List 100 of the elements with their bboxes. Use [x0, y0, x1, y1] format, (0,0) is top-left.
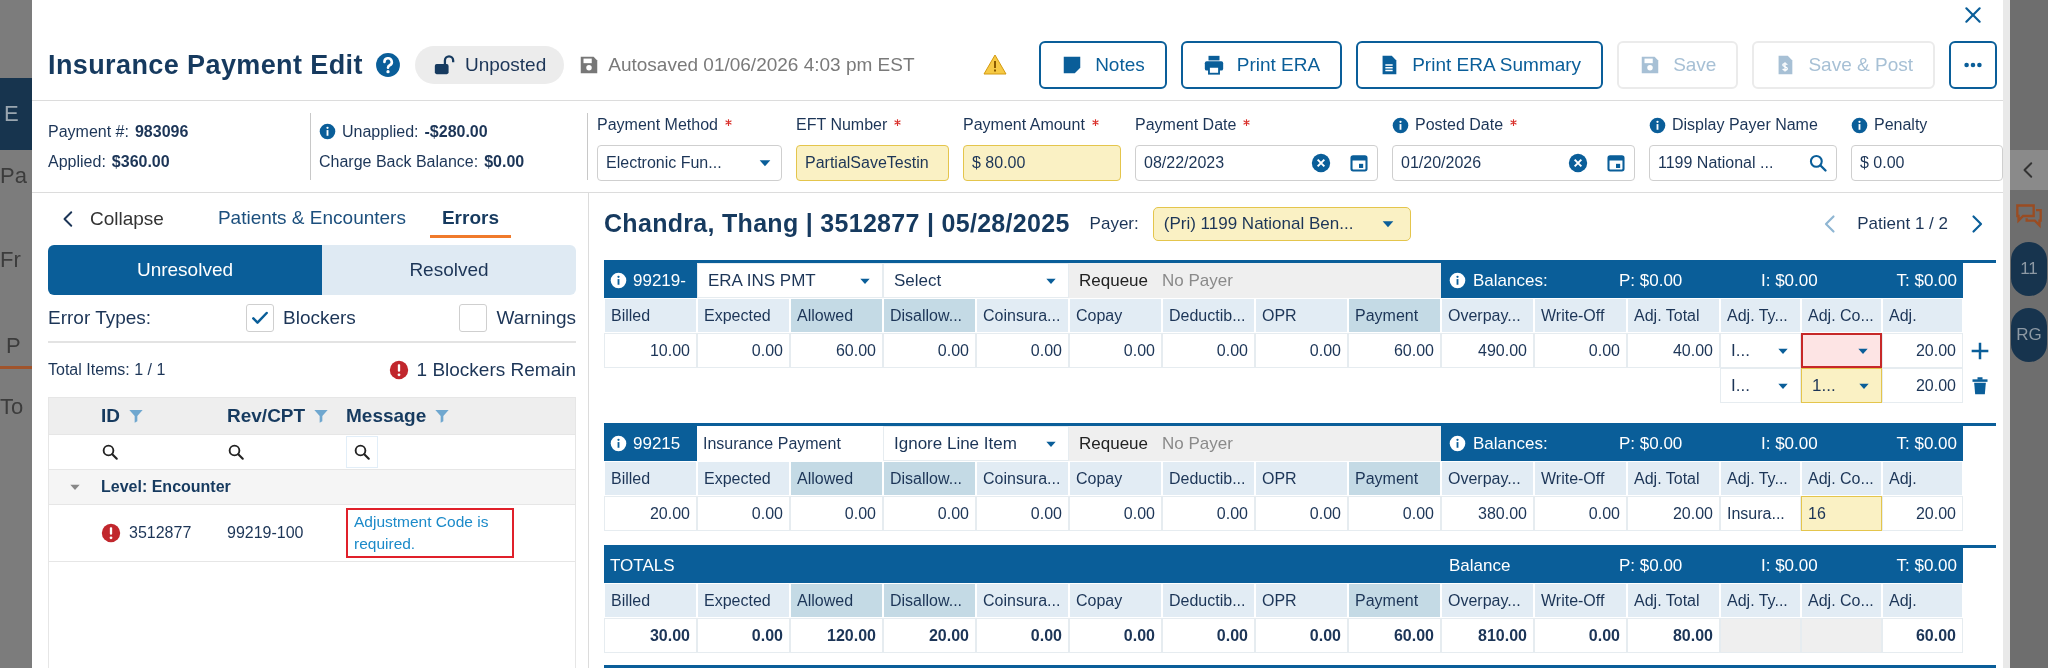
field-label: Penalty: [1874, 116, 1928, 134]
table-cell: Insura...: [1720, 496, 1801, 532]
balance-label: Balances:: [1473, 270, 1548, 291]
clear-icon[interactable]: [1568, 153, 1588, 173]
dropdown[interactable]: [1801, 333, 1882, 369]
table-cell: 60.00: [1348, 618, 1441, 654]
more-button[interactable]: [1949, 41, 1997, 89]
table-cell: 20.00: [1882, 496, 1963, 532]
search-icon[interactable]: [101, 443, 119, 461]
info-icon: [1449, 272, 1466, 290]
column-header: OPR: [1255, 298, 1348, 334]
search-icon[interactable]: [1808, 153, 1828, 173]
info-icon: [610, 272, 627, 290]
total-items-text: Total Items: 1 / 1: [48, 361, 166, 379]
input-field[interactable]: $ 0.00: [1851, 145, 2003, 181]
table-cell: 0.00: [976, 333, 1069, 369]
segment-button[interactable]: Resolved: [322, 245, 576, 295]
tab[interactable]: Errors: [429, 200, 511, 238]
totals-label: TOTALS: [604, 548, 1441, 584]
search-icon[interactable]: [346, 436, 378, 468]
column-header: Allowed: [790, 583, 883, 619]
dropdown[interactable]: ERA INS PMT: [697, 263, 883, 299]
alert-icon: [101, 523, 121, 543]
table-cell: 3512877: [129, 524, 192, 542]
summary-value: 983096: [134, 122, 189, 141]
dropdown[interactable]: Electronic Fun...: [597, 145, 782, 181]
add-icon[interactable]: [1969, 340, 1990, 361]
balance-value: P: $0.00: [1619, 433, 1684, 454]
calendar-icon[interactable]: [1349, 153, 1369, 173]
warning-icon[interactable]: [983, 53, 1008, 77]
line-code: 99219-: [633, 270, 686, 291]
column-header: Write-Off: [1534, 461, 1627, 497]
column-header: Adj. Co...: [1801, 583, 1882, 619]
search-icon[interactable]: [227, 443, 245, 461]
table-cell: 810.00: [1441, 618, 1534, 654]
checkbox[interactable]: [246, 304, 274, 332]
input-field[interactable]: 1199 National ...: [1649, 145, 1837, 181]
table-cell: 0.00: [790, 496, 883, 532]
calendar-icon[interactable]: [1606, 153, 1626, 173]
toolbar-button[interactable]: Print ERA Summary: [1356, 41, 1604, 89]
dropdown[interactable]: 1...: [1801, 368, 1882, 404]
dropdown[interactable]: Ignore Line Item: [883, 426, 1069, 462]
date-field[interactable]: 01/20/2026: [1392, 145, 1635, 181]
column-header: Adj.: [1882, 298, 1963, 334]
table-cell: 0.00: [1069, 333, 1162, 369]
summary-label: Payment #:: [48, 122, 129, 141]
table-cell: 0.00: [1162, 333, 1255, 369]
toolbar-button[interactable]: Print ERA: [1180, 41, 1343, 89]
table-cell: 380.00: [1441, 496, 1534, 532]
dropdown[interactable]: Select: [883, 263, 1069, 299]
column-header: Adj. Ty...: [1720, 461, 1801, 497]
table-cell: 0.00: [1534, 333, 1627, 369]
table-cell: 80.00: [1627, 618, 1720, 654]
column-header: Billed: [604, 298, 697, 334]
blockers-text: 1 Blockers Remain: [416, 359, 576, 381]
table-cell: 120.00: [790, 618, 883, 654]
clear-icon[interactable]: [1311, 153, 1331, 173]
background-text: To: [0, 394, 24, 420]
column-header: OPR: [1255, 461, 1348, 497]
column-header: Copay: [1069, 298, 1162, 334]
column-header: Deductib...: [1162, 298, 1255, 334]
requeue-payer: No Payer: [1162, 270, 1233, 291]
background-text: P: [6, 333, 21, 359]
avatar-badge[interactable]: RG: [2011, 308, 2047, 362]
table-cell: 0.00: [1255, 496, 1348, 532]
filter-label: Error Types:: [48, 307, 153, 329]
table-cell: 0.00: [883, 496, 976, 532]
collapse-button[interactable]: Collapse: [60, 208, 164, 230]
table-cell: 10.00: [604, 333, 697, 369]
close-icon[interactable]: [1963, 5, 1983, 25]
column-header: Copay: [1069, 583, 1162, 619]
table-cell: 0.00: [1255, 618, 1348, 654]
field-label: Display Payer Name: [1672, 116, 1818, 134]
column-header: Overpay...: [1441, 583, 1534, 619]
table-cell: 490.00: [1441, 333, 1534, 369]
summary-value: -$280.00: [424, 122, 488, 141]
column-header: Coinsura...: [976, 298, 1069, 334]
balance-value: P: $0.00: [1619, 555, 1684, 576]
page-title: Insurance Payment Edit: [48, 49, 363, 81]
date-field[interactable]: 08/22/2023: [1135, 145, 1378, 181]
segment-button[interactable]: Unresolved: [48, 245, 322, 295]
checkbox[interactable]: [459, 304, 488, 332]
column-header: Deductib...: [1162, 461, 1255, 497]
help-icon[interactable]: [374, 52, 401, 78]
avatar-badge[interactable]: 11: [2011, 242, 2047, 296]
column-header: Write-Off: [1534, 298, 1627, 334]
input-field[interactable]: $ 80.00: [963, 145, 1121, 181]
column-header: Expected: [697, 461, 790, 497]
dropdown[interactable]: I...: [1720, 368, 1801, 404]
background-text: Pa: [0, 163, 27, 189]
balance-value: I: $0.00: [1761, 433, 1819, 454]
dropdown[interactable]: I...: [1720, 333, 1801, 369]
payer-dropdown[interactable]: (Pri) 1199 National Ben...: [1152, 206, 1411, 241]
table-cell: 99219-100: [227, 524, 304, 542]
balance-label: Balances:: [1473, 433, 1548, 454]
toolbar-button[interactable]: Notes: [1039, 41, 1167, 89]
input-field[interactable]: PartialSaveTestin: [796, 145, 949, 181]
error-message-link[interactable]: Adjustment Code is required.: [346, 507, 514, 559]
tab[interactable]: Patients & Encounters: [205, 200, 418, 238]
patient-title: Chandra, Thang | 3512877 | 05/28/2025: [604, 209, 1070, 239]
